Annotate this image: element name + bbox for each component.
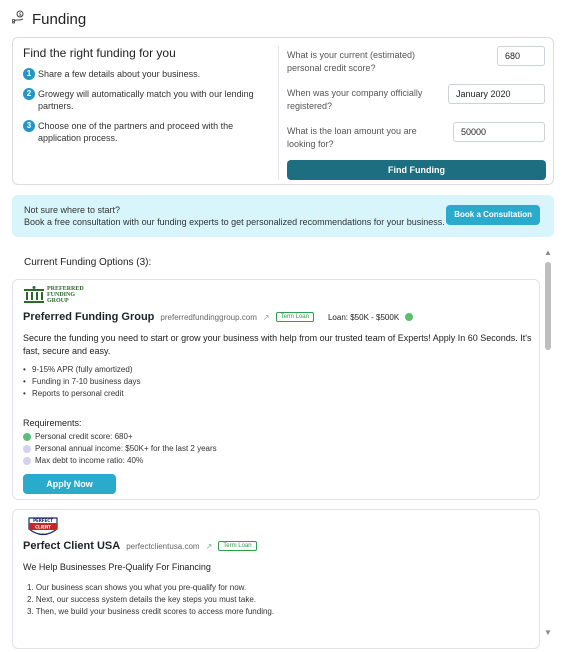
scroll-up-arrow-icon[interactable]: ▲ — [543, 248, 553, 258]
loan-amount-label: What is the loan amount you are looking … — [287, 126, 417, 149]
step-item: 1 Share a few details about your busines… — [23, 68, 275, 80]
consultation-line-1: Not sure where to start? — [24, 205, 121, 215]
feature-item: 9-15% APR (fully amortized) — [23, 364, 141, 376]
funding-finder-card: Find the right funding for you 1 Share a… — [12, 37, 554, 185]
perfect-client-logo: PERFECT CLIENT ★ ★ ★ — [28, 517, 58, 536]
vertical-divider — [278, 46, 279, 180]
page-title: Funding — [32, 11, 87, 28]
steps-heading: Find the right funding for you — [23, 46, 176, 60]
funding-form: What is your current (estimated) persona… — [287, 46, 547, 180]
find-funding-button[interactable]: Find Funding — [287, 160, 546, 180]
funding-option-description: We Help Businesses Pre-Qualify For Finan… — [23, 562, 211, 572]
loan-amount-row: What is the loan amount you are looking … — [287, 122, 547, 160]
funding-option-name: Preferred Funding Group — [23, 311, 155, 323]
match-status-icon — [405, 313, 414, 321]
funding-option-description: Secure the funding you need to start or … — [23, 333, 532, 356]
page-header: $ Funding — [12, 10, 86, 29]
requirement-item: Personal credit score: 680+ — [23, 431, 217, 443]
step-item: 3 Choose one of the partners and proceed… — [23, 120, 275, 144]
step-item: 2. Next, our success system details the … — [27, 595, 256, 604]
book-consultation-button[interactable]: Book a Consultation — [446, 205, 540, 225]
svg-text:★ ★ ★: ★ ★ ★ — [38, 532, 48, 536]
logo-text: PERFECT — [33, 518, 53, 523]
svg-text:$: $ — [19, 12, 22, 18]
loan-type-tag: Term Loan — [275, 312, 314, 322]
external-link-icon[interactable]: ↗ — [263, 313, 270, 322]
logo-wordmark: PREFERRED FUNDING GROUP — [47, 286, 84, 304]
requirement-text: Personal annual income: $50K+ for the la… — [35, 444, 217, 453]
requirement-text: Max debt to income ratio: 40% — [35, 456, 144, 465]
registration-date-row: When was your company officially registe… — [287, 84, 547, 122]
step-number-badge: 3 — [23, 120, 35, 132]
requirement-met-icon — [23, 433, 31, 441]
requirement-text: Personal credit score: 680+ — [35, 432, 133, 441]
columns-icon — [24, 286, 44, 303]
steps-panel: Find the right funding for you 1 Share a… — [23, 46, 275, 152]
scrollbar-thumb[interactable] — [545, 262, 551, 350]
logo-text: CLIENT — [35, 525, 51, 530]
funding-options-title: Current Funding Options (3): — [24, 257, 152, 268]
loan-amount-input[interactable] — [453, 122, 545, 142]
requirement-unknown-icon — [23, 457, 31, 465]
credit-score-input[interactable] — [497, 46, 545, 66]
loan-type-tag: Term Loan — [218, 541, 257, 551]
step-text: Share a few details about your business. — [38, 69, 201, 79]
loan-range: Loan: $50K - $500K — [327, 312, 400, 322]
step-number-badge: 2 — [23, 88, 35, 100]
step-number-badge: 1 — [23, 68, 35, 80]
money-hand-icon: $ — [12, 10, 26, 29]
logo-line: GROUP — [47, 298, 69, 304]
consultation-banner: Not sure where to start? Book a free con… — [12, 195, 554, 237]
credit-score-row: What is your current (estimated) persona… — [287, 46, 547, 84]
external-link-icon[interactable]: ↗ — [206, 542, 213, 551]
preferred-funding-group-logo: PREFERRED FUNDING GROUP — [23, 286, 84, 304]
scroll-down-arrow-icon[interactable]: ▼ — [543, 628, 553, 638]
consultation-line-2: Book a free consultation with our fundin… — [24, 217, 445, 227]
funding-option-header: Preferred Funding Group preferredfunding… — [23, 311, 414, 323]
step-text: Growegy will automatically match you wit… — [38, 89, 254, 111]
requirement-item: Max debt to income ratio: 40% — [23, 455, 217, 467]
step-item: 1. Our business scan shows you what you … — [27, 583, 247, 592]
requirements-title: Requirements: — [23, 418, 82, 428]
apply-now-button[interactable]: Apply Now — [23, 474, 116, 494]
funding-option-website-link[interactable]: preferredfundinggroup.com — [160, 313, 257, 322]
registration-date-input[interactable] — [448, 84, 545, 104]
step-text: Choose one of the partners and proceed w… — [38, 121, 234, 143]
step-item: 3. Then, we build your business credit s… — [27, 607, 275, 616]
funding-option-name: Perfect Client USA — [23, 540, 121, 552]
funding-option-website-link[interactable]: perfectclientusa.com — [126, 542, 199, 551]
step-item: 2 Growegy will automatically match you w… — [23, 88, 275, 112]
funding-option-steps: 1. Our business scan shows you what you … — [27, 582, 274, 618]
funding-option-card: PREFERRED FUNDING GROUP Preferred Fundin… — [12, 279, 540, 500]
credit-score-label: What is your current (estimated) persona… — [287, 50, 416, 73]
consultation-text: Not sure where to start? Book a free con… — [24, 204, 445, 228]
feature-item: Funding in 7-10 business days — [23, 376, 141, 388]
funding-option-card: PERFECT CLIENT ★ ★ ★ Perfect Client USA … — [12, 509, 540, 649]
scrollbar[interactable]: ▲ ▼ — [543, 248, 553, 638]
requirement-item: Personal annual income: $50K+ for the la… — [23, 443, 217, 455]
registration-date-label: When was your company officially registe… — [287, 88, 423, 111]
requirement-unknown-icon — [23, 445, 31, 453]
feature-item: Reports to personal credit — [23, 388, 141, 400]
funding-option-header: Perfect Client USA perfectclientusa.com … — [23, 540, 257, 552]
requirements-list: Personal credit score: 680+ Personal ann… — [23, 431, 217, 467]
funding-option-features: 9-15% APR (fully amortized) Funding in 7… — [23, 364, 141, 400]
